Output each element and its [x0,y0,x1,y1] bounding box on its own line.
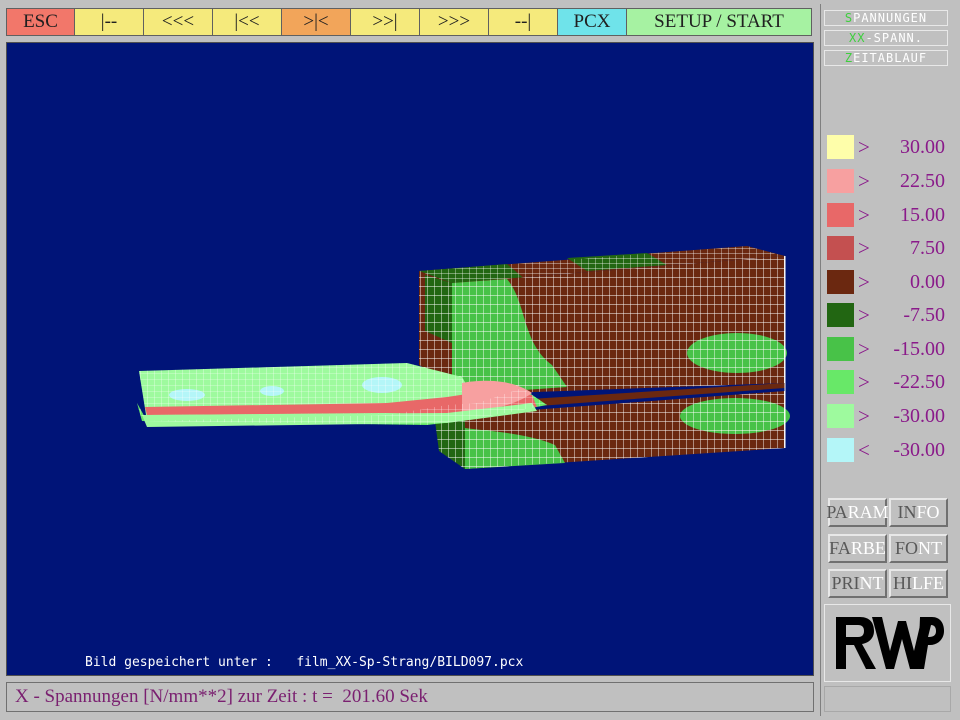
param-button[interactable]: PA RAM [826,498,889,527]
legend-value: 30.00 [900,135,945,158]
legend-swatch [827,169,854,193]
button-label: RAM [847,502,889,522]
legend-symbol: > [858,235,870,260]
legend-row: >7.50 [827,235,951,261]
last-frame-button[interactable]: --| [489,9,558,35]
button-hotkey: FO [894,538,918,558]
mode-label: -SPANN. [865,31,924,45]
fast-forward-button[interactable]: >>> [420,9,489,35]
legend-value: 15.00 [900,203,945,226]
fem-viewport[interactable]: Bild gespeichert unter : film_XX-Sp-Stra… [6,42,814,676]
status-text: X - Spannungen [N/mm**2] zur Zeit : t = … [15,686,428,707]
panel-footer [824,686,951,712]
print-button[interactable]: PRI NT [828,569,887,598]
legend-row: > -7.50 [827,302,951,328]
legend-swatch [827,370,854,394]
pcx-export-button[interactable]: PCX [558,9,627,35]
legend-value: -22.50 [893,370,945,393]
font-button[interactable]: FO NT [889,534,948,563]
first-frame-button[interactable]: |-- [75,9,144,35]
legend-row: > -30.00 [827,403,951,429]
mode-hotkey: XX [848,31,866,45]
zeitablauf-mode-button[interactable]: Z EITABLAUF [824,50,948,66]
legend-swatch [827,303,854,327]
legend-symbol: > [858,369,870,394]
step-back-button[interactable]: |<< [213,9,282,35]
button-hotkey: HI [892,573,912,593]
button-hotkey: FA [829,538,851,558]
mode-label: EITABLAUF [853,51,928,65]
legend-value: -30.00 [893,438,945,461]
legend-symbol: > [858,403,870,428]
button-label: NT [859,573,884,593]
legend-swatch [827,270,854,294]
playback-toolbar: ESC |-- <<< |<< >|< >>| >>> --| PCX SETU… [6,8,812,36]
legend-symbol: > [858,134,870,159]
mode-label: PANNUNGEN [853,11,928,25]
legend-row: >30.00 [827,134,951,160]
button-label: RBE [850,538,886,558]
legend-row: >0.00 [827,269,951,295]
legend-symbol: > [858,336,870,361]
legend-swatch [827,203,854,227]
saved-path: film_XX-Sp-Strang/BILD097.pcx [296,655,524,670]
legend-swatch [827,135,854,159]
legend-swatch [827,438,854,462]
button-hotkey: IN [897,502,917,522]
legend-symbol: > [858,302,870,327]
rwp-logo-icon [835,617,944,669]
info-button[interactable]: IN FO [889,498,948,527]
legend-swatch [827,236,854,260]
legend-symbol: > [858,269,870,294]
xx-spann-mode-button[interactable]: XX -SPANN. [824,30,948,46]
legend-swatch [827,337,854,361]
mode-hotkey: Z [844,51,854,65]
upper-roll-block [419,246,787,395]
legend-row: > -22.50 [827,369,951,395]
legend-swatch [827,404,854,428]
legend-value: 7.50 [910,236,945,259]
legend-value: 0.00 [910,270,945,293]
legend-symbol: < [858,437,870,462]
button-hotkey: PA [826,502,848,522]
button-label: LFE [911,573,944,593]
legend-value: -7.50 [903,303,945,326]
legend-value: -15.00 [893,337,945,360]
legend-row: >15.00 [827,202,951,228]
saved-label: Bild gespeichert unter : [85,655,273,670]
stop-button[interactable]: >|< [282,9,351,35]
button-hotkey: PRI [831,573,860,593]
spannungen-mode-button[interactable]: S PANNUNGEN [824,10,948,26]
esc-button[interactable]: ESC [7,9,75,35]
button-label: NT [918,538,942,558]
saved-file-message: Bild gespeichert unter : film_XX-Sp-Stra… [85,655,523,670]
fem-mesh-render [137,246,790,469]
legend-value: 22.50 [900,169,945,192]
status-bar: X - Spannungen [N/mm**2] zur Zeit : t = … [6,682,814,712]
legend-row: >22.50 [827,168,951,194]
legend-symbol: > [858,168,870,193]
step-forward-button[interactable]: >>| [351,9,420,35]
fast-rewind-button[interactable]: <<< [144,9,213,35]
legend-value: -30.00 [893,404,945,427]
legend-row: > -15.00 [827,336,951,362]
legend-symbol: > [858,202,870,227]
legend-row: < -30.00 [827,437,951,463]
rwp-logo [824,604,951,682]
mode-hotkey: S [844,11,854,25]
hilfe-button[interactable]: HI LFE [889,569,948,598]
button-label: FO [916,502,940,522]
setup-start-button[interactable]: SETUP / START [627,9,811,35]
right-panel: S PANNUNGEN XX -SPANN. Z EITABLAUF >30.00 >2… [820,4,955,716]
farbe-button[interactable]: FA RBE [828,534,887,563]
